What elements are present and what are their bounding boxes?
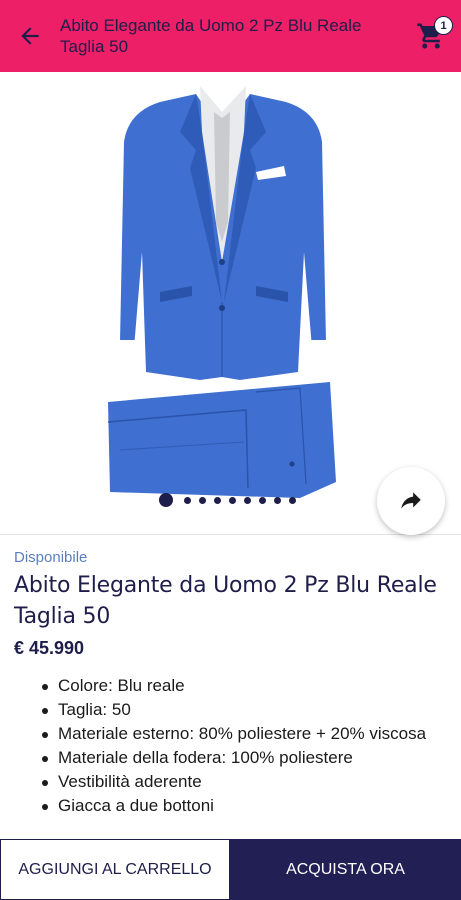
pagination-dot[interactable] (244, 497, 251, 504)
feature-item: Materiale della fodera: 100% poliestere (42, 746, 450, 770)
feature-item: Colore: Blu reale (42, 674, 450, 698)
app-bar: Abito Elegante da Uomo 2 Pz Blu Reale Ta… (0, 0, 461, 72)
feature-item: Materiale esterno: 80% poliestere + 20% … (42, 722, 450, 746)
share-arrow-icon (401, 492, 421, 509)
cart-count-badge: 1 (434, 16, 453, 35)
pagination-dot[interactable] (274, 497, 281, 504)
share-button[interactable] (377, 467, 445, 535)
add-to-cart-button[interactable]: AGGIUNGI AL CARRELLO (0, 839, 230, 900)
cart-button[interactable]: 1 (401, 0, 461, 72)
product-image-gallery[interactable] (0, 72, 461, 535)
product-image (107, 86, 336, 498)
suit-jacket (118, 86, 328, 380)
feature-item: Giacca a due bottoni (42, 794, 450, 818)
pagination-dot-active[interactable] (159, 493, 173, 507)
buy-now-button[interactable]: ACQUISTA ORA (230, 839, 461, 900)
feature-item: Vestibilità aderente (42, 770, 450, 794)
pagination-dot[interactable] (259, 497, 266, 504)
pagination-dot[interactable] (229, 497, 236, 504)
pagination-dot[interactable] (199, 497, 206, 504)
page-title: Abito Elegante da Uomo 2 Pz Blu Reale Ta… (60, 16, 362, 56)
product-name: Abito Elegante da Uomo 2 Pz Blu Reale Ta… (14, 573, 437, 629)
product-price: € 45.990 (14, 638, 85, 658)
bottom-action-bar: AGGIUNGI AL CARRELLO ACQUISTA ORA (0, 839, 461, 900)
arrow-left-icon (21, 27, 39, 45)
suit-trousers (107, 382, 336, 498)
product-details: Disponibile Abito Elegante da Uomo 2 Pz … (14, 548, 450, 818)
feature-item: Taglia: 50 (42, 698, 450, 722)
feature-list: Colore: Blu reale Taglia: 50 Materiale e… (14, 674, 450, 818)
pagination-dot[interactable] (214, 497, 221, 504)
back-button[interactable] (0, 0, 60, 72)
pagination-dot[interactable] (289, 497, 296, 504)
pagination-dot[interactable] (184, 497, 191, 504)
availability-status: Disponibile (14, 549, 88, 566)
